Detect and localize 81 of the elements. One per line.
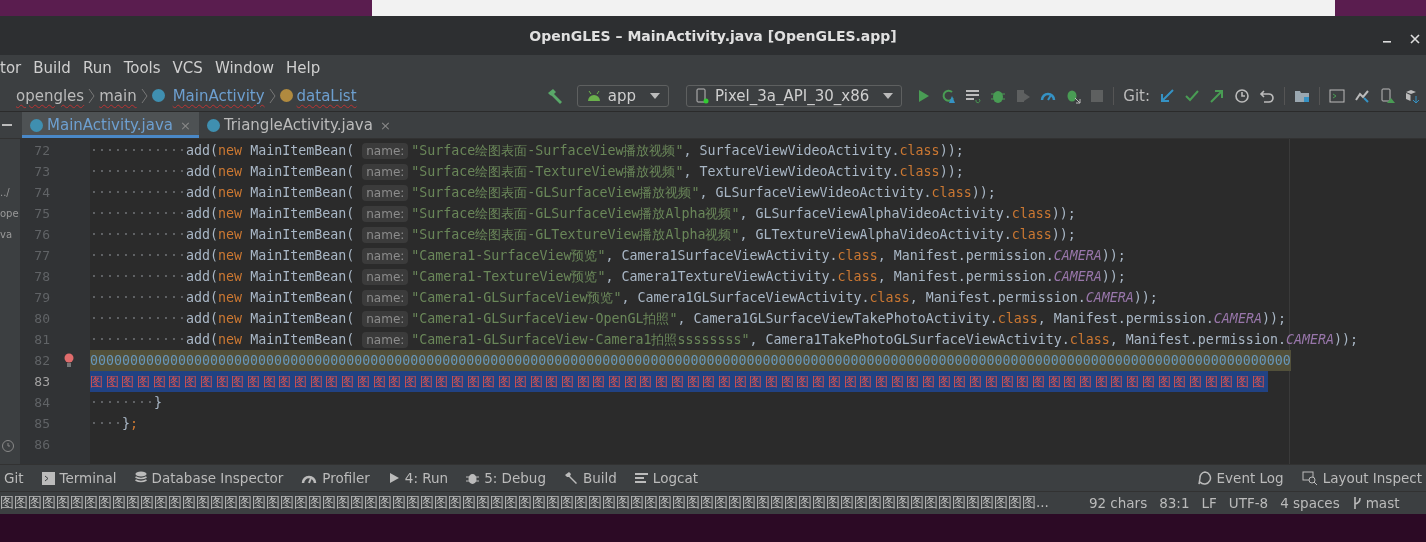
attach-icon[interactable] — [1015, 87, 1032, 104]
status-item[interactable]: 92 chars — [1088, 495, 1148, 511]
magnifier-icon — [1301, 471, 1318, 485]
play-icon — [387, 472, 400, 484]
code-line: ····}; — [90, 415, 139, 433]
undo-icon[interactable] — [1259, 87, 1275, 104]
status-item[interactable]: 4 spaces — [1280, 495, 1340, 511]
tool-window-button[interactable]: Profiler — [301, 470, 370, 486]
close-icon[interactable] — [1410, 33, 1420, 44]
phone-icon — [695, 87, 710, 104]
breadcrumb[interactable]: main — [99, 86, 137, 105]
field-icon — [279, 89, 293, 102]
lines-icon — [634, 472, 648, 484]
chevron-icon — [88, 86, 96, 105]
tool-window-button[interactable]: 4: Run — [387, 470, 449, 486]
apply-changes-icon[interactable] — [940, 87, 957, 104]
project-tree-item[interactable]: ../ — [0, 182, 20, 203]
code-line: ············add(new MainItemBean( name: "Surface绘图表面-GLSurfaceView播放Alpha视频", GLSurfaceViewAlphaVideoActivity.class)); — [90, 205, 1076, 224]
code-line: ············add(new MainItemBean( name: "Camera1-SurfaceView预览", Camera1SurfaceViewActivity.class, Manifest.permission.CAMERA)); — [90, 247, 1126, 266]
project-tree-item[interactable]: va — [0, 224, 20, 245]
code-line: ········} — [90, 394, 163, 412]
code-line: ············add(new MainItemBean( name: "Camera1-TextureView预览", Camera1TextureViewActivity.class, Manifest.permission.CAMERA)); — [90, 268, 1126, 287]
database-icon — [134, 471, 147, 485]
code-line: ············add(new MainItemBean( name: "Camera1-GLSurfaceView预览", Camera1GLSurfaceViewActivity.class, Manifest.permission.CAMERA)); — [90, 289, 1158, 308]
clock-icon[interactable] — [1, 439, 15, 453]
hammer-icon — [563, 471, 578, 485]
update-arrow-icon[interactable] — [1159, 87, 1175, 104]
editor-tab[interactable]: MainActivity.java × — [22, 112, 199, 138]
breadcrumb[interactable]: MainActivity — [172, 86, 265, 105]
menu-item[interactable]: Build — [33, 58, 71, 77]
bug-icon — [466, 471, 480, 485]
chevron-icon — [140, 86, 148, 105]
package-icon[interactable] — [1404, 87, 1420, 104]
code-editor[interactable] — [20, 139, 1426, 464]
clock-icon[interactable] — [1234, 87, 1250, 104]
status-item[interactable]: LF — [1201, 495, 1217, 511]
device-dropdown[interactable]: Pixel_3a_API_30_x86 — [686, 84, 903, 107]
push-arrow-icon[interactable] — [1209, 87, 1225, 104]
chevron-icon — [268, 86, 276, 105]
menu-item[interactable]: VCS — [172, 58, 203, 77]
tool-window-button[interactable]: Event Log — [1197, 470, 1284, 486]
speech-bubble-icon — [1197, 471, 1212, 485]
git-label: Git: — [1123, 86, 1150, 105]
code-line: ············add(new MainItemBean( name: "Camera1-GLSurfaceView-OpenGL拍照", Camera1GLSurfaceViewTakePhotoActivity.class, Manifest.permission.CAMERA)); — [90, 310, 1286, 329]
editor-tab[interactable]: TriangleActivity.java × — [198, 112, 399, 138]
run-config-dropdown[interactable]: app — [576, 84, 670, 107]
terminal-window-icon[interactable] — [1329, 87, 1345, 104]
tool-window-button[interactable]: Terminal — [41, 470, 117, 486]
project-tree-item[interactable]: ope — [0, 203, 20, 224]
menu-item[interactable]: Run — [82, 58, 112, 77]
branch-icon — [1351, 496, 1362, 510]
bulb-icon[interactable] — [64, 353, 74, 367]
tool-window-button[interactable]: Git — [4, 470, 24, 486]
code-line: ············add(new MainItemBean( name: "Surface绘图表面-GLTextureView播放Alpha视频", GLTextureViewAlphaVideoActivity.class)); — [90, 226, 1076, 245]
tool-window-button[interactable]: 5: Debug — [466, 470, 546, 486]
tool-window-button[interactable]: Logcat — [634, 470, 698, 486]
list-icon[interactable] — [965, 87, 982, 104]
line-number: 83 — [33, 373, 51, 391]
code-line: ············add(new MainItemBean( name: "Surface绘图表面-TextureView播放视频", TextureViewVideoActivity.class)); — [90, 163, 964, 182]
code-line: ············add(new MainItemBean( name: "Camera1-GLSurfaceView-Camera1拍照ssssssss", Camera1TakePhotoGLSurfaceViewActivity.class, Manifest.permission.CAMERA)); — [90, 331, 1358, 350]
menu-item[interactable]: Window — [214, 58, 275, 77]
code-line: ············add(new MainItemBean( name: "Surface绘图表面-GLSurfaceView播放视频", GLSurfaceViewVideoActivity.class)); — [90, 184, 996, 203]
menu-item[interactable]: Help — [286, 58, 321, 77]
status-item[interactable]: UTF-8 — [1228, 495, 1269, 511]
tool-window-button[interactable]: Build — [563, 470, 617, 486]
window-title: OpenGLES – MainActivity.java [OpenGLES.app] — [529, 27, 897, 44]
tool-window-button[interactable]: Database Inspector — [134, 470, 284, 486]
stop-icon[interactable] — [1090, 88, 1105, 103]
menu-item[interactable]: tor — [0, 58, 22, 77]
branch-widget[interactable]: mast — [1351, 495, 1400, 511]
status-item[interactable]: 83:1 — [1159, 495, 1190, 511]
code-line: ············add(new MainItemBean( name: "Surface绘图表面-SurfaceView播放视频", SurfaceViewVideoActivity.class)); — [90, 142, 964, 161]
status-message: 图图图图图图图图图图图图图图图图图图图图图图图图图图图图图图图图图图图图图图图图图图图图图图图图图图图图图图图图图图图图图图图图图图图图图图图图图图... — [0, 494, 1049, 512]
class-icon — [151, 89, 165, 102]
device-manager-icon[interactable] — [1379, 87, 1395, 104]
menu-item[interactable]: Tools — [123, 58, 161, 77]
android-icon — [585, 89, 602, 102]
tool-window-button[interactable]: Layout Inspect — [1301, 470, 1422, 486]
breadcrumb[interactable]: dataList — [296, 86, 357, 105]
breadcrumb[interactable]: opengles — [16, 86, 85, 105]
terminal-icon — [41, 471, 55, 485]
